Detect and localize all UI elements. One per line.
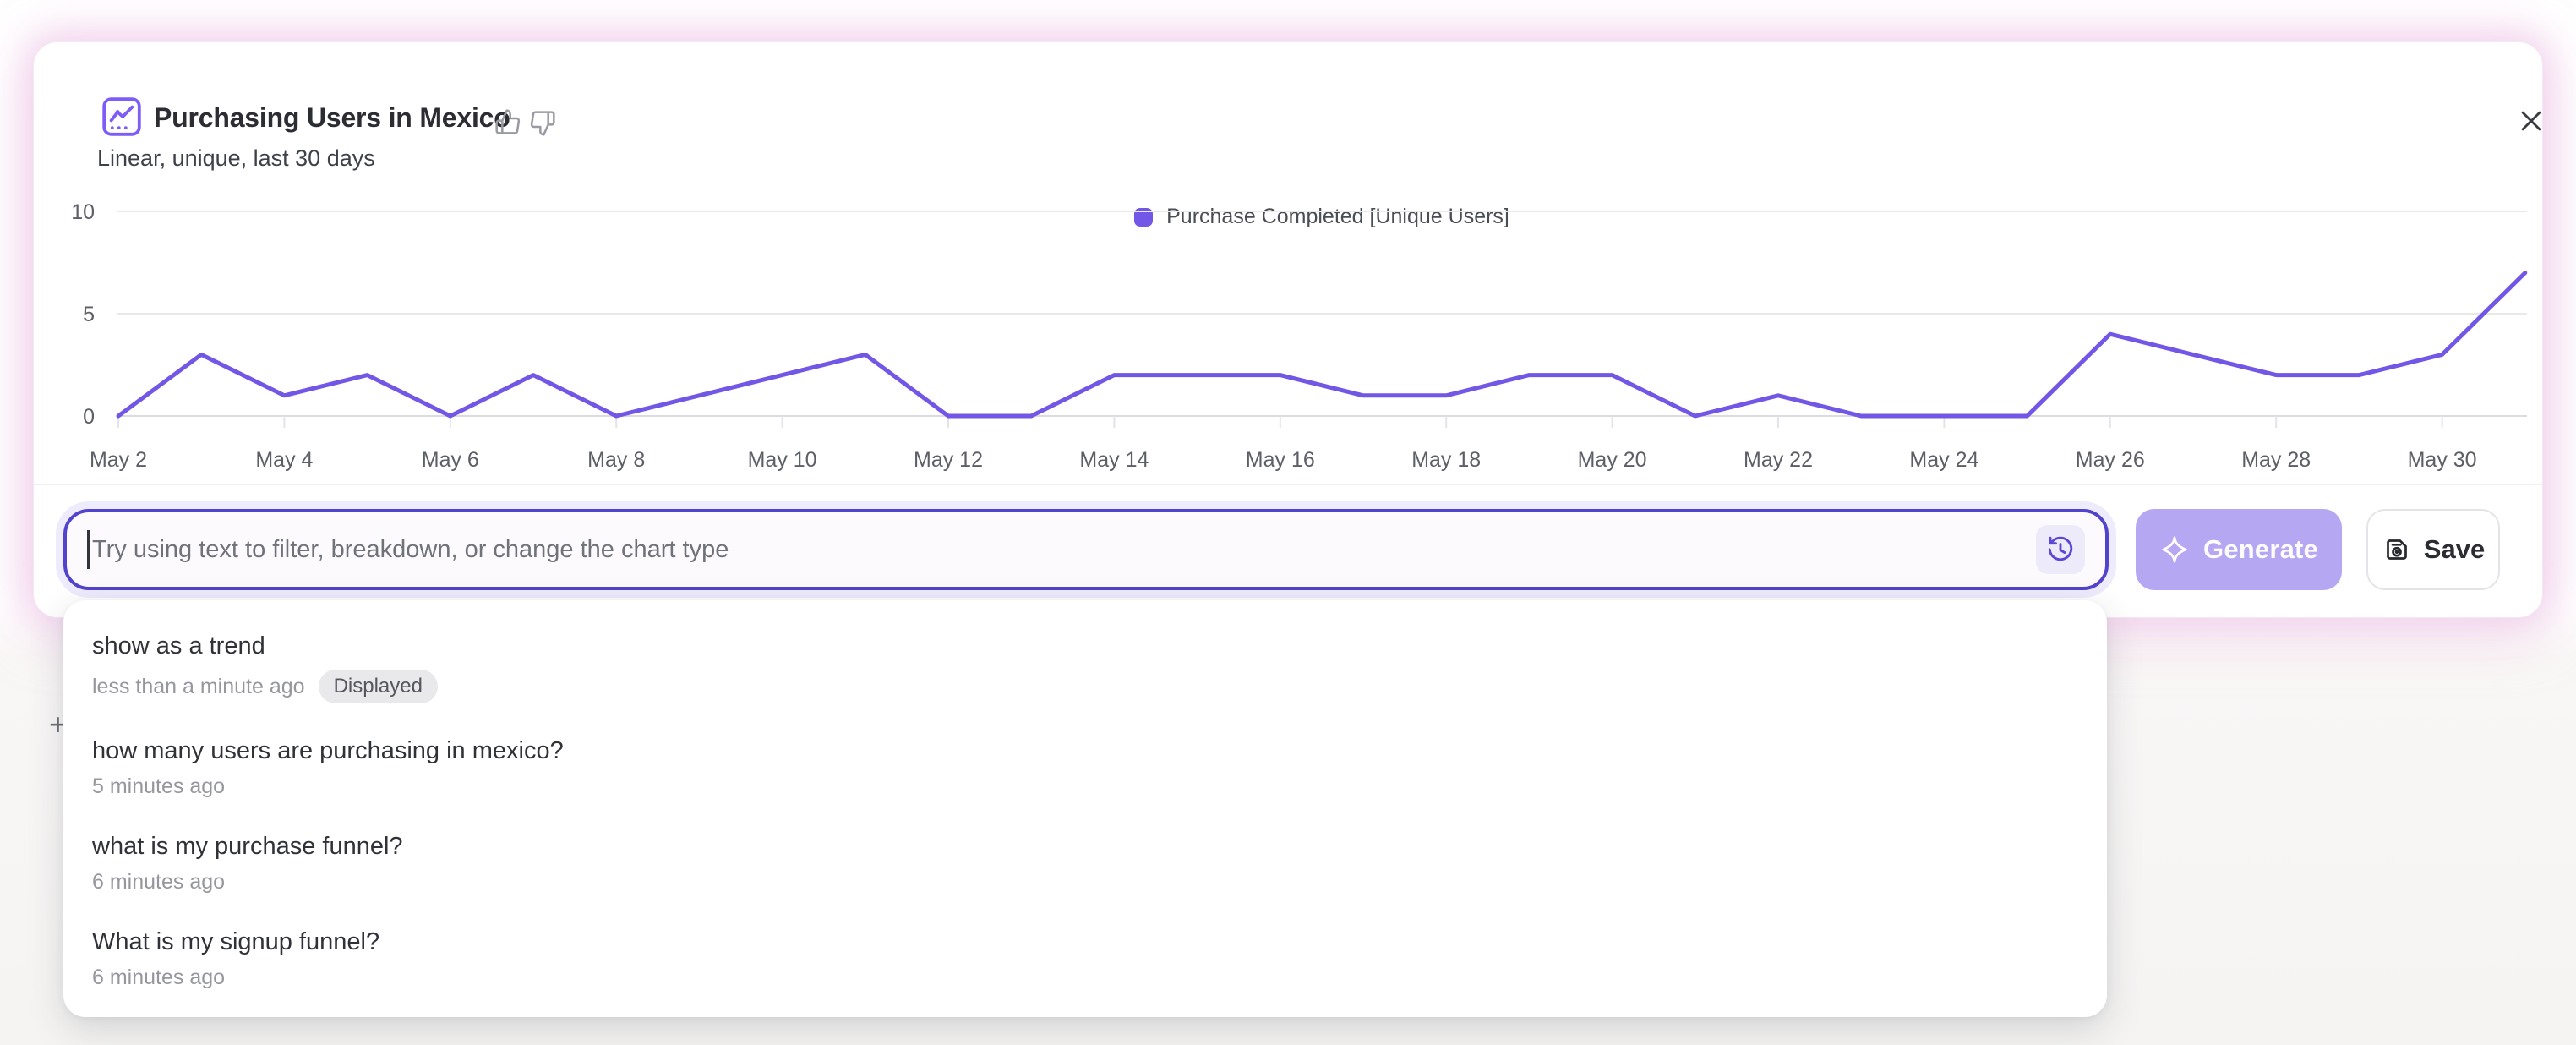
history-item[interactable]: What is my signup funnel? 6 minutes ago	[63, 910, 2107, 1005]
svg-text:May 12: May 12	[914, 448, 983, 472]
input-placeholder: Try using text to filter, breakdown, or …	[92, 536, 2036, 564]
history-icon[interactable]	[2036, 525, 2085, 574]
save-button[interactable]: Save	[2366, 509, 2500, 590]
history-item-title: how many users are purchasing in mexico?	[92, 736, 2078, 766]
svg-text:May 8: May 8	[587, 448, 645, 472]
svg-text:May 10: May 10	[748, 448, 817, 472]
svg-text:May 30: May 30	[2408, 448, 2477, 472]
history-item-title: what is my purchase funnel?	[92, 831, 2078, 862]
section-divider	[34, 484, 2542, 485]
svg-text:May 28: May 28	[2241, 448, 2311, 472]
svg-text:May 14: May 14	[1079, 448, 1149, 472]
history-item[interactable]: show as a trend less than a minute ago D…	[63, 614, 2107, 719]
svg-text:May 26: May 26	[2076, 448, 2145, 472]
history-item-time: 5 minutes ago	[92, 774, 225, 799]
close-icon[interactable]	[2513, 103, 2549, 139]
svg-text:May 2: May 2	[90, 448, 147, 472]
displayed-badge: Displayed	[319, 670, 438, 703]
svg-text:10: 10	[71, 200, 95, 224]
thumbs-down-icon[interactable]	[529, 110, 556, 137]
save-icon	[2382, 534, 2412, 565]
line-chart: 0 5 10 May 2 May 4 May 6 May 8 May 10 May 12 May …	[34, 194, 2542, 533]
svg-text:May 16: May 16	[1246, 448, 1315, 472]
history-item-time: less than a minute ago	[92, 675, 305, 699]
history-item-title: show as a trend	[92, 631, 2078, 661]
insight-card: Purchasing Users in Mexico Linear, uniqu…	[34, 42, 2542, 617]
sparkle-icon	[2159, 534, 2190, 565]
history-item[interactable]: what is my purchase funnel? 6 minutes ag…	[63, 814, 2107, 910]
history-item[interactable]: how many users are purchasing in mexico?…	[63, 719, 2107, 814]
line-chart-icon	[101, 96, 142, 137]
svg-text:5: 5	[83, 303, 95, 326]
svg-text:May 24: May 24	[1909, 448, 1978, 472]
card-subtitle: Linear, unique, last 30 days	[97, 145, 375, 172]
page: + Purchasing Users in Mexico	[0, 0, 2576, 1045]
thumbs-up-icon[interactable]	[494, 108, 521, 135]
svg-text:May 20: May 20	[1578, 448, 1647, 472]
generate-label: Generate	[2203, 534, 2318, 565]
save-label: Save	[2424, 534, 2485, 565]
ai-prompt-input[interactable]: Try using text to filter, breakdown, or …	[63, 509, 2109, 590]
history-item-time: 6 minutes ago	[92, 870, 225, 895]
card-title: Purchasing Users in Mexico	[154, 98, 510, 137]
history-item-title: What is my signup funnel?	[92, 927, 2078, 957]
history-item-time: 6 minutes ago	[92, 966, 225, 990]
svg-text:0: 0	[83, 405, 95, 429]
svg-text:May 4: May 4	[255, 448, 313, 472]
generate-button[interactable]: Generate	[2136, 509, 2342, 590]
history-dropdown: show as a trend less than a minute ago D…	[63, 600, 2107, 1017]
svg-text:May 18: May 18	[1411, 448, 1481, 472]
text-caret	[87, 530, 90, 569]
svg-text:May 22: May 22	[1744, 448, 1813, 472]
svg-text:May 6: May 6	[422, 448, 479, 472]
